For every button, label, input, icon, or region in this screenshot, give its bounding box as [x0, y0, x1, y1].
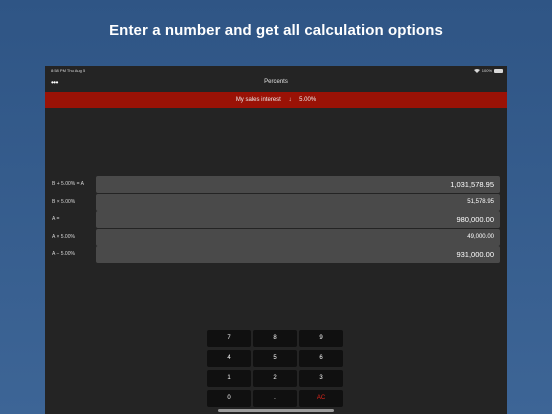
key-5[interactable]: 5 — [253, 350, 297, 367]
key-7[interactable]: 7 — [207, 330, 251, 347]
key-2[interactable]: 2 — [253, 370, 297, 387]
status-bar: 8:58 PM Thu Aug 5 100% — [45, 66, 507, 75]
nav-bar: ••• Percents — [45, 75, 507, 92]
result-row: A × 5.00% 49,000.00 — [45, 229, 507, 246]
key-9[interactable]: 9 — [299, 330, 343, 347]
result-label: A − 5.00% — [52, 251, 75, 257]
key-6[interactable]: 6 — [299, 350, 343, 367]
result-row: A − 5.00% 931,000.00 — [45, 246, 507, 263]
result-label: A × 5.00% — [52, 234, 75, 240]
result-row: B + 5.00% = A 1,031,578.95 — [45, 176, 507, 193]
result-value[interactable]: 49,000.00 — [96, 229, 500, 246]
banner-percent: 5.00% — [299, 97, 317, 103]
home-indicator[interactable] — [218, 409, 334, 412]
result-value[interactable]: 51,578.95 — [96, 194, 500, 211]
page-title: Percents — [264, 79, 288, 85]
result-row: B × 5.00% 51,578.95 — [45, 194, 507, 211]
arrow-down-icon: ↓ — [288, 97, 292, 103]
battery-icon — [494, 68, 503, 73]
keypad: 7 8 9 4 5 6 1 2 3 0 . AC — [207, 330, 343, 414]
banner-label: My sales interest — [235, 97, 281, 103]
key-1[interactable]: 1 — [207, 370, 251, 387]
result-value[interactable]: 980,000.00 — [96, 211, 500, 228]
result-label: B × 5.00% — [52, 199, 76, 205]
app-window: 8:58 PM Thu Aug 5 100% ••• Percents My s… — [45, 66, 507, 414]
key-all-clear[interactable]: AC — [299, 390, 343, 407]
key-0[interactable]: 0 — [207, 390, 251, 407]
battery-percent: 100% — [481, 68, 492, 73]
status-time: 8:58 PM Thu Aug 5 — [51, 68, 86, 73]
result-label: B + 5.00% = A — [52, 181, 84, 187]
key-4[interactable]: 4 — [207, 350, 251, 367]
result-value[interactable]: 931,000.00 — [96, 246, 500, 263]
status-right: 100% — [473, 66, 503, 75]
result-label: A = — [52, 216, 60, 222]
result-row: A = 980,000.00 — [45, 211, 507, 228]
key-3[interactable]: 3 — [299, 370, 343, 387]
headline: Enter a number and get all calculation o… — [109, 22, 443, 39]
result-value[interactable]: 1,031,578.95 — [96, 176, 500, 193]
wifi-icon — [473, 68, 480, 73]
key-8[interactable]: 8 — [253, 330, 297, 347]
key-decimal[interactable]: . — [253, 390, 297, 407]
selected-calculation-banner[interactable]: My sales interest ↓ 5.00% — [45, 92, 507, 108]
